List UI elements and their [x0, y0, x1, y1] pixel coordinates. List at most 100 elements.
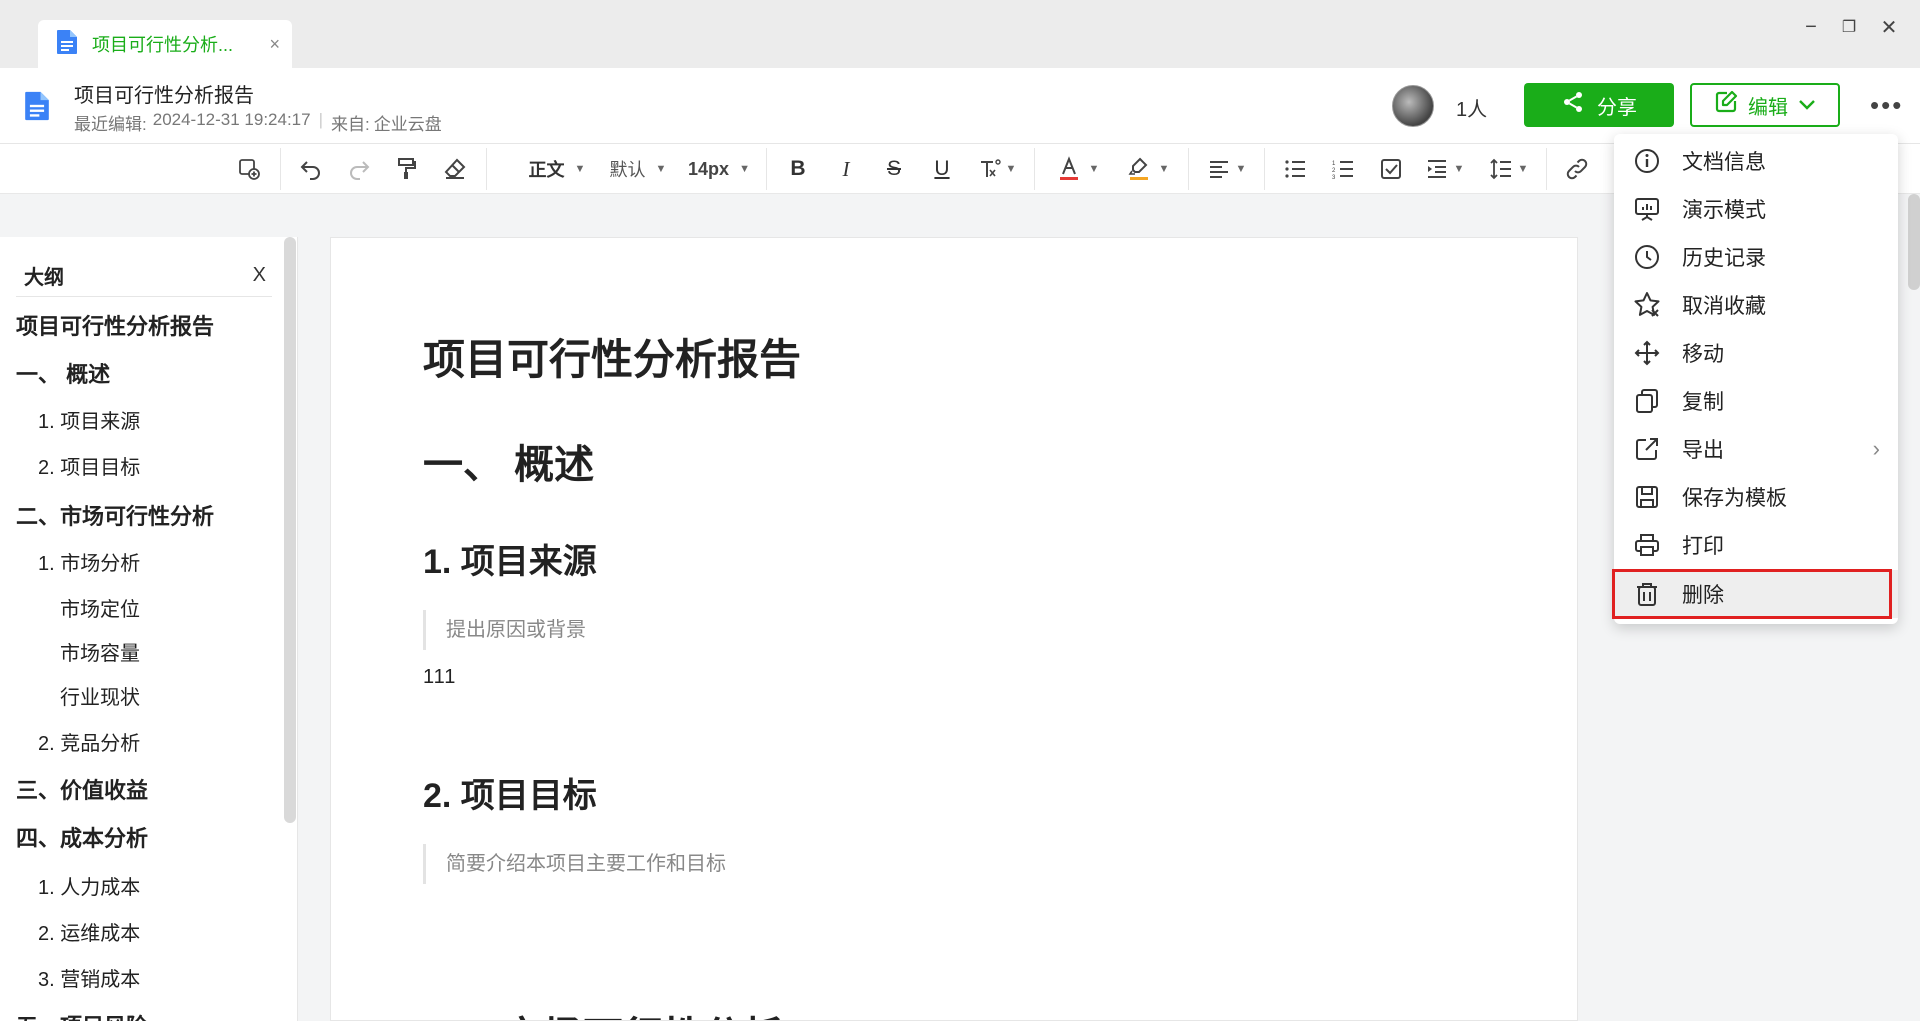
blockquote[interactable]: 提出原因或背景: [423, 610, 586, 650]
toolbar-divider: [280, 148, 281, 190]
close-window-icon[interactable]: ✕: [1876, 14, 1902, 40]
menu-item-export[interactable]: 导出 ›: [1614, 425, 1898, 473]
heading-2[interactable]: 1. 项目来源: [423, 534, 597, 583]
strikethrough-icon[interactable]: S: [879, 154, 909, 184]
restore-icon[interactable]: ❐: [1836, 14, 1862, 40]
clear-format-icon[interactable]: [440, 154, 470, 184]
outline-item[interactable]: 四、成本分析: [16, 821, 148, 853]
meta-divider: |: [318, 110, 324, 129]
checklist-icon[interactable]: [1376, 154, 1406, 184]
highlight-color-icon[interactable]: ▼: [1120, 154, 1176, 184]
outline-title: 大纲: [24, 267, 64, 289]
numbered-list-icon[interactable]: 123: [1328, 154, 1358, 184]
menu-item-copy[interactable]: 复制: [1614, 377, 1898, 425]
outline-item[interactable]: 1. 人力成本: [38, 871, 140, 900]
more-options-button[interactable]: •••: [1870, 92, 1903, 118]
caret-down-icon: ▼: [574, 163, 586, 175]
outline-item[interactable]: 3. 营销成本: [38, 963, 140, 992]
outline-item[interactable]: 一、 概述: [16, 357, 110, 389]
font-size-select[interactable]: 14px ▼: [682, 154, 756, 184]
menu-item-unfavorite[interactable]: 取消收藏: [1614, 281, 1898, 329]
align-left-icon[interactable]: ▼: [1202, 154, 1252, 184]
share-icon: [1561, 90, 1585, 120]
outline-item[interactable]: 2. 运维成本: [38, 917, 140, 946]
title-bar: 项目可行性分析... × − ❐ ✕: [0, 0, 1920, 68]
export-icon: [1632, 434, 1662, 464]
outline-item[interactable]: 市场容量: [60, 637, 140, 666]
outline-item[interactable]: 市场定位: [60, 593, 140, 622]
document-tab[interactable]: 项目可行性分析... ×: [38, 20, 292, 68]
save-icon: [1632, 482, 1662, 512]
outline-item[interactable]: 项目可行性分析报告: [16, 309, 214, 341]
menu-item-presentation[interactable]: 演示模式: [1614, 185, 1898, 233]
source-value: 企业云盘: [373, 115, 442, 134]
body-paragraph[interactable]: 111: [423, 666, 456, 689]
outline-item[interactable]: 1. 市场分析: [38, 547, 140, 576]
outline-scrollbar[interactable]: [284, 237, 296, 823]
caret-down-icon: ▼: [1088, 163, 1100, 175]
avatar[interactable]: [1392, 85, 1434, 127]
blockquote[interactable]: 简要介绍本项目主要工作和目标: [423, 844, 726, 884]
bullet-list-icon[interactable]: [1280, 154, 1310, 184]
link-icon[interactable]: [1562, 154, 1592, 184]
format-painter-icon[interactable]: [392, 154, 422, 184]
menu-item-print[interactable]: 打印: [1614, 521, 1898, 569]
collaborator-count[interactable]: 1人: [1456, 93, 1487, 122]
outline-close-button[interactable]: X: [253, 264, 266, 287]
page-scrollbar[interactable]: [1908, 194, 1920, 290]
last-edit-time: 2024-12-31 19:24:17: [152, 110, 311, 129]
superscript-icon[interactable]: ▼: [972, 154, 1022, 184]
font-family-value: 默认: [609, 160, 646, 180]
insert-block-icon[interactable]: [234, 154, 264, 184]
paragraph-style-select[interactable]: 正文 ▼: [512, 154, 602, 184]
menu-item-label: 移动: [1682, 343, 1724, 366]
heading-1[interactable]: 二、市场可行性分析: [423, 1004, 783, 1020]
undo-icon[interactable]: [296, 154, 326, 184]
redo-icon[interactable]: [344, 154, 374, 184]
menu-item-save-template[interactable]: 保存为模板: [1614, 473, 1898, 521]
trash-icon: [1632, 579, 1662, 609]
outline-header: 大纲 X: [16, 255, 272, 297]
toolbar-divider: [1188, 148, 1189, 190]
outline-item[interactable]: 二、市场可行性分析: [16, 499, 214, 531]
svg-text:1: 1: [1332, 161, 1336, 167]
share-button[interactable]: 分享: [1524, 83, 1674, 127]
document-title: 项目可行性分析报告: [74, 85, 254, 107]
heading-1[interactable]: 一、 概述: [423, 432, 594, 490]
text-color-icon[interactable]: ▼: [1050, 154, 1106, 184]
font-family-select[interactable]: 默认 ▼: [604, 154, 672, 184]
document-icon: [24, 90, 50, 127]
star-icon: [1632, 290, 1662, 320]
outline-item[interactable]: 2. 项目目标: [38, 451, 140, 480]
outline-item[interactable]: 五、项目风险: [16, 1009, 148, 1021]
toolbar-divider: [1034, 148, 1035, 190]
tab-close-icon[interactable]: ×: [269, 34, 280, 55]
menu-item-label: 历史记录: [1682, 247, 1766, 270]
underline-icon[interactable]: U: [927, 154, 957, 184]
more-options-menu: 文档信息 演示模式 历史记录 取消收藏 移动 复制 导出 › 保存为模板 打印 …: [1614, 134, 1898, 624]
menu-item-label: 导出: [1682, 439, 1724, 462]
minimize-icon[interactable]: −: [1798, 14, 1824, 40]
outline-item[interactable]: 2. 竞品分析: [38, 727, 140, 756]
menu-item-label: 文档信息: [1682, 151, 1766, 174]
edit-button[interactable]: 编辑: [1690, 83, 1840, 127]
caret-down-icon: ▼: [1453, 163, 1465, 175]
outline-item[interactable]: 1. 项目来源: [38, 405, 140, 434]
editor-page[interactable]: 项目可行性分析报告 一、 概述 1. 项目来源 提出原因或背景 111 2. 项…: [330, 237, 1578, 1021]
printer-icon: [1632, 530, 1662, 560]
outline-item[interactable]: 三、价值收益: [16, 773, 148, 805]
line-spacing-icon[interactable]: ▼: [1484, 154, 1534, 184]
bold-icon[interactable]: B: [783, 154, 813, 184]
outline-panel: 大纲 X 项目可行性分析报告 一、 概述 1. 项目来源 2. 项目目标 二、市…: [0, 237, 298, 1021]
italic-icon[interactable]: I: [831, 154, 861, 184]
menu-item-delete[interactable]: 删除: [1614, 570, 1898, 618]
outline-item[interactable]: 行业现状: [60, 681, 140, 710]
document-heading[interactable]: 项目可行性分析报告: [423, 326, 801, 387]
heading-2[interactable]: 2. 项目目标: [423, 768, 597, 817]
menu-item-doc-info[interactable]: 文档信息: [1614, 137, 1898, 185]
info-icon: [1632, 146, 1662, 176]
menu-item-move[interactable]: 移动: [1614, 329, 1898, 377]
menu-item-history[interactable]: 历史记录: [1614, 233, 1898, 281]
indent-icon[interactable]: ▼: [1420, 154, 1470, 184]
menu-item-label: 取消收藏: [1682, 295, 1766, 318]
